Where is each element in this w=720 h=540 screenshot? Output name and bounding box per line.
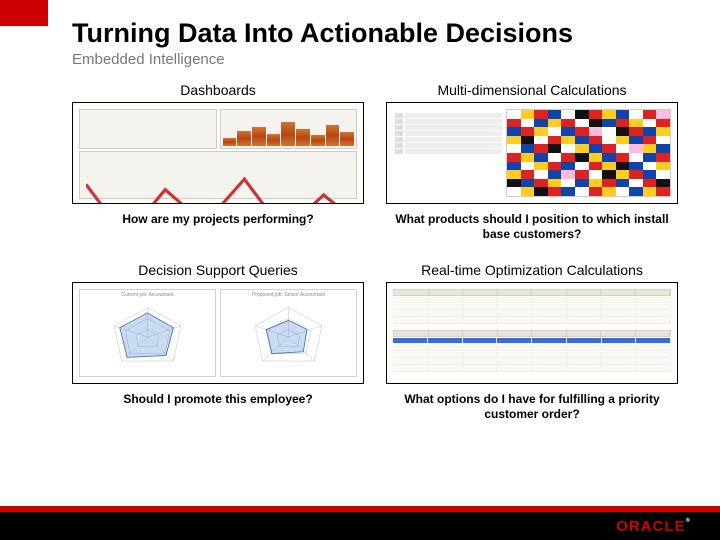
quadrant-heading: Decision Support Queries [72, 262, 364, 278]
quadrant-realtime: Real-time Optimization Calculations [386, 262, 678, 436]
footer-bar: ORACLE® [0, 512, 720, 540]
quadrant-question: Should I promote this employee? [72, 392, 364, 407]
decision-support-panel: Current job: Accountant [72, 282, 364, 384]
oracle-logo: ORACLE® [616, 518, 690, 535]
multidimensional-panel [386, 102, 678, 204]
quadrant-question: What options do I have for fulfilling a … [386, 392, 678, 422]
quadrant-dashboards: Dashboards [72, 82, 364, 256]
quadrant-decision-support: Decision Support Queries Current job: Ac… [72, 262, 364, 436]
slide-subtitle: Embedded Intelligence [72, 51, 678, 68]
radar-left-label: Current job: Accountant [82, 292, 213, 300]
radar-chart-icon [223, 300, 354, 374]
quadrant-multidimensional: Multi-dimensional Calculations [386, 82, 678, 256]
quadrant-heading: Dashboards [72, 82, 364, 98]
slide-title: Turning Data Into Actionable Decisions [72, 18, 678, 49]
dashboards-panel [72, 102, 364, 204]
realtime-panel [386, 282, 678, 384]
heatmap-icon [506, 109, 671, 197]
quadrant-grid: Dashboards [72, 82, 678, 436]
radar-chart-icon [82, 300, 213, 374]
quadrant-heading: Multi-dimensional Calculations [386, 82, 678, 98]
slide-body: Turning Data Into Actionable Decisions E… [0, 0, 720, 436]
table-header-icon [393, 289, 671, 296]
radar-right-label: Proposed job: Senior Accountant [223, 292, 354, 300]
table-row-selected [393, 338, 671, 344]
quadrant-heading: Real-time Optimization Calculations [386, 262, 678, 278]
oracle-logo-text: ORACLE [616, 518, 685, 535]
brand-red-block [0, 0, 48, 26]
quadrant-question: How are my projects performing? [72, 212, 364, 227]
quadrant-question: What products should I position to which… [386, 212, 678, 242]
trademark-symbol: ® [686, 518, 690, 524]
